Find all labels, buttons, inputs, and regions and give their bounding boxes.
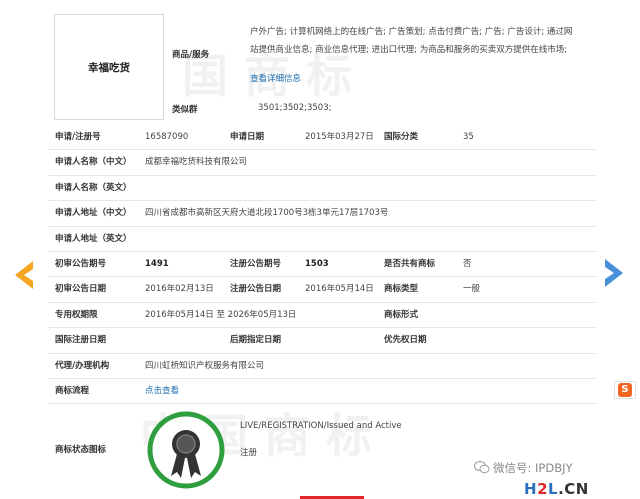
shared-value: 否: [463, 258, 472, 269]
goods-services-label: 商品/服务: [172, 50, 210, 60]
site-logo-h: H: [524, 480, 538, 498]
exclusive-value: 2016年05月14日 至 2026年05月13日: [145, 309, 297, 320]
site-logo-cn: CN: [564, 480, 589, 498]
reg-no-label: 申请/注册号: [55, 132, 101, 142]
intl-class-label: 国际分类: [384, 132, 419, 142]
table-row: 专用权期限 2016年05月14日 至 2026年05月13日 商标形式: [48, 303, 596, 329]
applicant-en-label: 申请人名称（英文）: [55, 182, 132, 193]
exclusive-label: 专用权期限: [55, 309, 98, 320]
reg-pub-date-label: 注册公告日期: [230, 284, 282, 295]
reg-pub-date-value: 2016年05月14日: [305, 284, 374, 295]
wechat-icon: [474, 460, 490, 477]
app-date-label: 申请日期: [230, 132, 265, 142]
table-row: 代理/办理机构 四川虹桥知识产权服务有限公司: [48, 354, 596, 379]
table-row: 国际注册日期 后期指定日期 优先权日期: [48, 328, 596, 354]
address-cn-label: 申请人地址（中文）: [55, 208, 132, 219]
agent-label: 代理/办理机构: [55, 360, 110, 371]
wechat-watermark: 微信号: IPDBJY: [474, 460, 573, 477]
applicant-cn-label: 申请人名称（中文）: [55, 157, 132, 168]
view-details-link[interactable]: 查看详细信息: [250, 72, 301, 84]
status-badge-icon: [146, 410, 226, 490]
site-logo-2: 2: [537, 480, 548, 498]
sogou-s-icon[interactable]: S: [614, 381, 636, 399]
status-icon-label: 商标状态图标: [55, 445, 107, 456]
table-row: 申请人名称（英文）: [48, 176, 596, 202]
wechat-id: 微信号: IPDBJY: [493, 461, 573, 475]
agent-value: 四川虹桥知识产权服务有限公司: [145, 360, 265, 371]
table-row: 申请人名称（中文） 成都幸福吃货科技有限公司: [48, 150, 596, 176]
intl-class-value: 35: [463, 132, 474, 142]
prelim-no-label: 初审公告期号: [55, 258, 107, 269]
priority-date-label: 优先权日期: [384, 335, 427, 346]
table-row: 初审公告日期 2016年02月13日 注册公告日期 2016年05月14日 商标…: [48, 277, 596, 303]
intl-reg-date-label: 国际注册日期: [55, 335, 107, 346]
reg-pub-no-label: 注册公告期号: [230, 258, 282, 269]
similar-group-value: 3501;3502;3503;: [258, 103, 332, 113]
goods-services-text: 户外广告; 计算机网络上的在线广告; 广告策划; 点击付费广告; 广告; 广告设…: [250, 23, 590, 59]
prelim-no-value: 1491: [145, 258, 169, 269]
address-en-label: 申请人地址（英文）: [55, 233, 132, 244]
status-cn: 注册: [240, 448, 258, 459]
table-row: 申请人地址（英文）: [48, 227, 596, 252]
address-cn-value: 四川省成都市高新区天府大道北段1700号3栋3单元17层1703号: [145, 208, 389, 219]
later-date-label: 后期指定日期: [230, 335, 282, 346]
prelim-date-label: 初审公告日期: [55, 284, 107, 295]
goods-line: 户外广告; 计算机网络上的在线广告; 广告策划; 点击付费广告; 广告; 广告设…: [250, 27, 573, 37]
brand-name: 幸福吃货: [88, 61, 130, 74]
brand-image: 幸福吃货: [54, 14, 164, 120]
table-row: 申请人地址（中文） 四川省成都市高新区天府大道北段1700号3栋3单元17层17…: [48, 201, 596, 227]
status-en: LIVE/REGISTRATION/Issued and Active: [240, 421, 402, 432]
site-logo-l: L: [548, 480, 559, 498]
similar-group-label: 类似群: [172, 105, 198, 115]
brand-section: 幸福吃货 商品/服务 户外广告; 计算机网络上的在线广告; 广告策划; 点击付费…: [0, 0, 640, 125]
goods-line: 站提供商业信息; 商业信息代理; 进出口代理; 为商品和服务的买卖双方提供在线市…: [250, 45, 568, 55]
app-date-value: 2015年03月27日: [305, 132, 374, 142]
detail-table: 申请/注册号 16587090 申请日期 2015年03月27日 国际分类 35…: [48, 125, 596, 489]
prelim-date-value: 2016年02月13日: [145, 284, 214, 295]
tm-type-value: 一般: [463, 284, 481, 295]
table-row: 初审公告期号 1491 注册公告期号 1503 是否共有商标 否: [48, 252, 596, 278]
reg-pub-no-value: 1503: [305, 258, 329, 269]
previous-arrow-icon[interactable]: [13, 260, 35, 293]
tm-type-label: 商标类型: [384, 284, 419, 295]
site-logo: H2L.CN: [524, 480, 589, 498]
table-row: 申请/注册号 16587090 申请日期 2015年03月27日 国际分类 35: [48, 125, 596, 151]
next-arrow-icon[interactable]: [603, 258, 625, 291]
table-row: 商标流程 点击查看: [48, 379, 596, 405]
applicant-cn-value: 成都幸福吃货科技有限公司: [145, 157, 248, 168]
process-link[interactable]: 点击查看: [145, 379, 179, 404]
tm-form-label: 商标形式: [384, 309, 419, 320]
process-label: 商标流程: [55, 385, 90, 396]
shared-label: 是否共有商标: [384, 258, 436, 269]
reg-no-value: 16587090: [145, 132, 189, 142]
